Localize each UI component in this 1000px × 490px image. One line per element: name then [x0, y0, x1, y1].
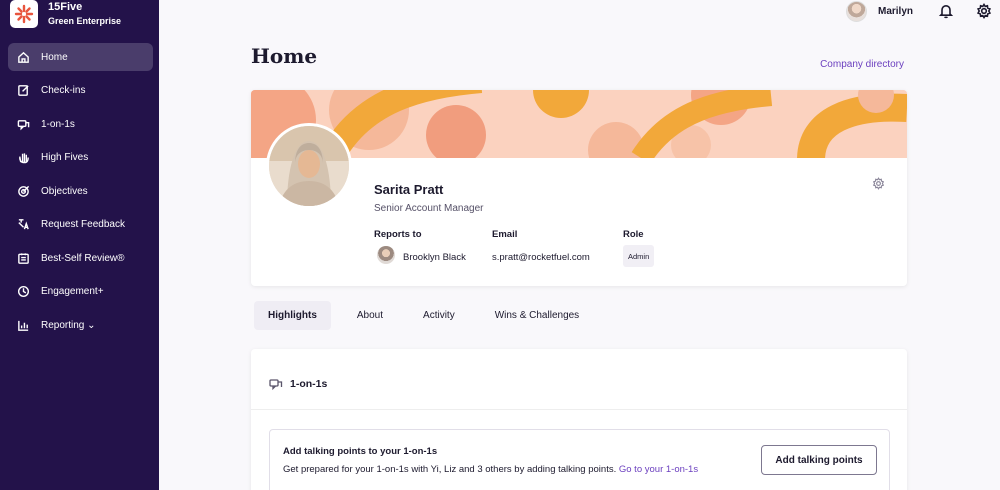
sidebar-item-reporting[interactable]: Reporting ⌄ [8, 311, 153, 339]
page-title: Home [251, 44, 318, 68]
talking-points-description: Get prepared for your 1-on-1s with Yi, L… [283, 464, 617, 475]
section-title: 1-on-1s [290, 378, 328, 390]
sidebar-item-label: Check-ins [41, 85, 86, 96]
org-logo-icon [10, 0, 38, 28]
feedback-icon [16, 218, 30, 232]
chat-icon [16, 117, 30, 131]
chat-icon [269, 378, 283, 391]
target-icon [16, 184, 30, 198]
role-label: Role [623, 229, 644, 240]
tab-activity[interactable]: Activity [409, 301, 469, 330]
sidebar-item-engagement[interactable]: Engagement+ [8, 278, 153, 306]
profile-name: Sarita Pratt [374, 182, 444, 197]
reports-to-label: Reports to [374, 229, 422, 240]
gear-icon[interactable] [975, 2, 993, 20]
bell-icon[interactable] [937, 2, 955, 20]
company-directory-link[interactable]: Company directory [820, 59, 904, 70]
sidebar-item-best-self-review[interactable]: Best-Self Review® [8, 244, 153, 272]
sidebar-item-label: Best-Self Review® [41, 252, 125, 264]
org-switcher[interactable]: 15Five Green Enterprise [10, 0, 121, 34]
go-to-1-on-1s-link[interactable]: Go to your 1-on-1s [619, 464, 698, 475]
sidebar-item-label: Engagement+ [41, 286, 104, 297]
sidebar-item-label: Request Feedback [41, 219, 125, 230]
sidebar-item-request-feedback[interactable]: Request Feedback [8, 211, 153, 239]
user-name[interactable]: Marilyn [878, 6, 913, 17]
profile-banner [251, 90, 907, 158]
talking-points-prompt: Add talking points to your 1-on-1s Get p… [269, 429, 890, 490]
talking-points-text: Get prepared for your 1-on-1s with Yi, L… [283, 464, 698, 475]
sidebar-item-label: Home [41, 51, 68, 63]
org-name: 15Five [48, 1, 83, 13]
email-value: s.pratt@rocketfuel.com [492, 252, 590, 263]
sidebar-nav: Home Check-ins 1-on-1s High Fives Object… [0, 43, 159, 345]
tab-highlights[interactable]: Highlights [254, 301, 331, 330]
org-subtitle: Green Enterprise [48, 16, 122, 26]
sidebar-item-high-fives[interactable]: High Fives [8, 144, 153, 172]
section-header: 1-on-1s [251, 349, 907, 410]
talking-points-heading: Add talking points to your 1-on-1s [283, 446, 438, 457]
sidebar-item-label: 1-on-1s [41, 118, 75, 130]
review-icon [16, 251, 30, 265]
add-talking-points-button[interactable]: Add talking points [761, 445, 877, 475]
hand-icon [16, 151, 30, 165]
sidebar-item-check-ins[interactable]: Check-ins [8, 77, 153, 105]
tab-about[interactable]: About [343, 301, 397, 330]
user-avatar[interactable] [845, 0, 867, 22]
manager-avatar[interactable] [377, 246, 395, 264]
sidebar-item-home[interactable]: Home [8, 43, 153, 71]
tab-wins-challenges[interactable]: Wins & Challenges [481, 301, 593, 330]
edit-icon [16, 84, 30, 98]
reports-to-value[interactable]: Brooklyn Black [403, 252, 466, 263]
one-on-ones-card: 1-on-1s Add talking points to your 1-on-… [251, 349, 907, 490]
sidebar-item-label: Objectives [41, 185, 88, 197]
chart-icon [16, 318, 30, 332]
sidebar-item-label: High Fives [41, 152, 89, 163]
engagement-icon [16, 285, 30, 299]
sidebar-item-label: Reporting ⌄ [41, 319, 96, 331]
home-icon [16, 50, 30, 64]
sidebar: 15Five Green Enterprise Home Check-ins 1… [0, 0, 159, 490]
sidebar-item-objectives[interactable]: Objectives [8, 177, 153, 205]
email-label: Email [492, 229, 518, 240]
profile-job-title: Senior Account Manager [374, 203, 484, 214]
profile-tabs: Highlights About Activity Wins & Challen… [254, 301, 605, 330]
sidebar-item-1-on-1s[interactable]: 1-on-1s [8, 110, 153, 138]
profile-settings-gear-icon[interactable] [872, 177, 885, 190]
top-bar: Marilyn [845, 0, 1000, 22]
profile-avatar [266, 123, 352, 209]
role-badge: Admin [623, 245, 655, 267]
